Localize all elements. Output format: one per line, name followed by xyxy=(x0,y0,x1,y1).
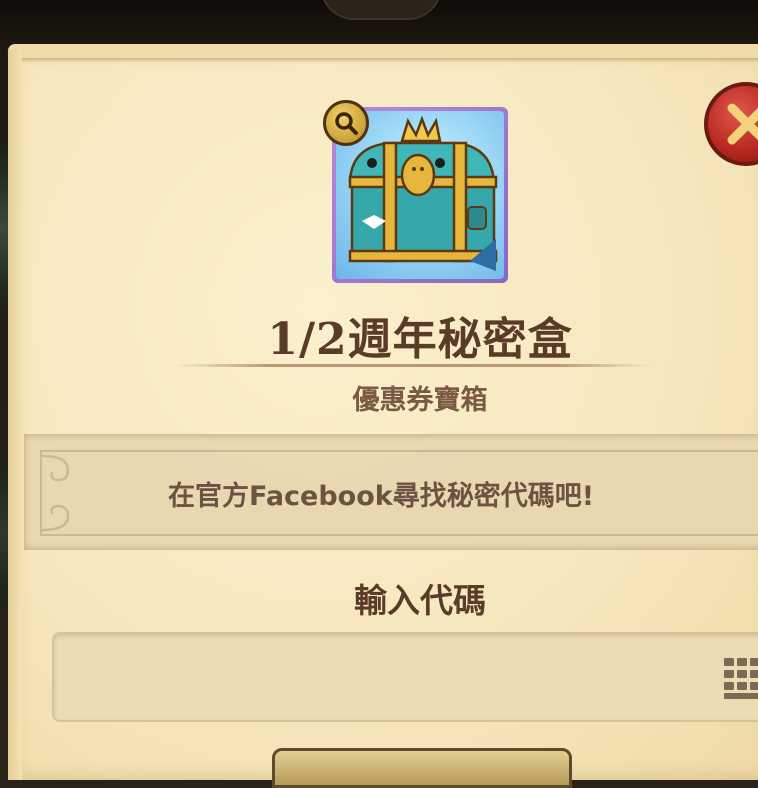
frame-ornament xyxy=(320,0,442,20)
title-divider xyxy=(175,364,650,367)
banner-ornament-icon xyxy=(41,454,70,532)
keypad-icon[interactable] xyxy=(722,656,758,700)
hint-banner-frame: 在官方Facebook尋找秘密代碼吧! xyxy=(40,450,758,536)
inspect-button[interactable] xyxy=(323,100,369,146)
confirm-button[interactable] xyxy=(272,748,572,788)
code-entry-label: 輸入代碼 xyxy=(354,581,486,620)
magnifier-icon xyxy=(335,112,358,135)
close-button[interactable] xyxy=(704,82,758,166)
code-input[interactable] xyxy=(52,632,758,722)
top-frame xyxy=(0,0,758,46)
item-title: 1/2週年秘密盒 xyxy=(267,314,573,365)
close-icon xyxy=(727,103,758,145)
item-type-label: 優惠券寶箱 xyxy=(352,385,488,416)
hint-text: 在官方Facebook尋找秘密代碼吧! xyxy=(167,480,595,512)
